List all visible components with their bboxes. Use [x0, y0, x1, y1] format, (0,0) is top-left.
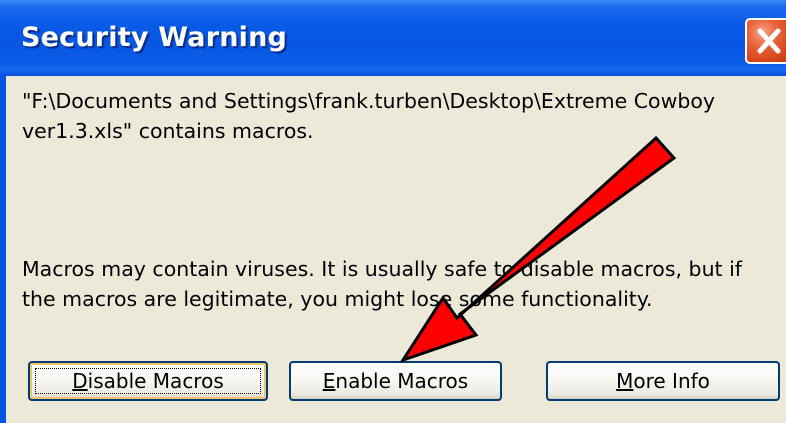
enable-macros-accelerator: E — [322, 369, 336, 393]
disable-macros-button[interactable]: Disable Macros — [28, 361, 268, 401]
title-bar[interactable]: Security Warning — [0, 0, 786, 76]
file-macro-message: "F:\Documents and Settings\frank.turben\… — [22, 89, 716, 143]
dialog-body: "F:\Documents and Settings\frank.turben\… — [6, 76, 786, 423]
security-warning-dialog: Security Warning "F:\Documents and Setti… — [0, 0, 786, 423]
focus-rectangle — [35, 368, 261, 394]
virus-warning-message: Macros may contain viruses. It is usuall… — [22, 257, 743, 311]
close-button[interactable] — [745, 18, 786, 64]
more-info-label: ore Info — [633, 369, 710, 393]
enable-macros-label: nable Macros — [335, 369, 469, 393]
dialog-title: Security Warning — [21, 22, 288, 53]
more-info-button[interactable]: More Info — [546, 361, 780, 401]
more-info-accelerator: M — [616, 369, 634, 393]
enable-macros-button[interactable]: Enable Macros — [289, 361, 502, 401]
close-icon — [757, 28, 781, 54]
